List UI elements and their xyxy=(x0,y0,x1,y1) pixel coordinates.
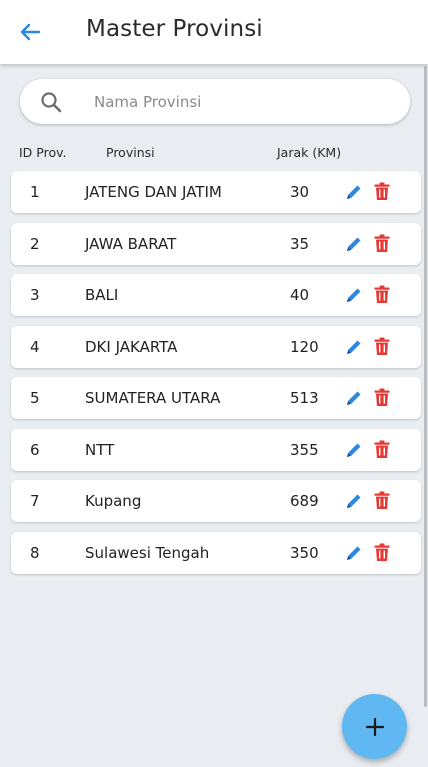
row-jarak: 40 xyxy=(290,286,310,304)
row-provinsi: DKI JAKARTA xyxy=(85,337,178,356)
trash-icon[interactable] xyxy=(374,388,390,407)
trash-icon[interactable] xyxy=(374,182,390,201)
page-title: Master Provinsi xyxy=(86,16,263,42)
row-provinsi: Kupang xyxy=(85,492,142,510)
row-provinsi: JAWA BARAT xyxy=(85,234,177,253)
table-row[interactable]: 4 DKI JAKARTA 120 xyxy=(11,325,421,368)
app-bar: Master Provinsi xyxy=(0,0,428,64)
pencil-icon[interactable] xyxy=(345,338,363,356)
row-jarak: 355 xyxy=(290,440,319,459)
trash-icon[interactable] xyxy=(374,285,390,304)
header-provinsi: Provinsi xyxy=(106,145,155,160)
pencil-icon[interactable] xyxy=(345,389,363,407)
trash-icon[interactable] xyxy=(374,543,390,562)
row-provinsi: NTT xyxy=(85,440,115,459)
table-header: ID Prov. Provinsi Jarak (KM) xyxy=(0,145,428,163)
search-bar[interactable] xyxy=(20,79,410,124)
row-provinsi: JATENG DAN JATIM xyxy=(85,183,222,201)
trash-icon[interactable] xyxy=(374,337,390,356)
scrollbar[interactable] xyxy=(424,66,427,707)
row-jarak: 513 xyxy=(290,389,319,407)
trash-icon[interactable] xyxy=(374,234,390,253)
row-provinsi: BALI xyxy=(85,286,119,304)
row-id: 8 xyxy=(30,543,40,562)
pencil-icon[interactable] xyxy=(345,544,363,562)
row-id: 3 xyxy=(30,286,40,304)
table-row[interactable]: 8 Sulawesi Tengah 350 xyxy=(11,531,421,574)
row-id: 1 xyxy=(30,183,40,201)
row-provinsi: SUMATERA UTARA xyxy=(85,389,221,407)
row-id: 4 xyxy=(30,337,40,356)
pencil-icon[interactable] xyxy=(345,183,363,201)
province-list: 1 JATENG DAN JATIM 30 2 JAWA BARAT 35 3 BALI 40 4… xyxy=(11,171,421,583)
row-id: 5 xyxy=(30,389,40,407)
row-jarak: 350 xyxy=(290,543,319,562)
row-jarak: 120 xyxy=(290,337,319,356)
row-id: 7 xyxy=(30,492,40,510)
row-jarak: 689 xyxy=(290,492,319,510)
row-jarak: 30 xyxy=(290,183,310,201)
pencil-icon[interactable] xyxy=(345,235,363,253)
table-row[interactable]: 1 JATENG DAN JATIM 30 xyxy=(11,171,421,213)
arrow-left-icon xyxy=(20,23,41,41)
table-row[interactable]: 3 BALI 40 xyxy=(11,274,421,316)
header-id: ID Prov. xyxy=(19,145,67,160)
table-row[interactable]: 7 Kupang 689 xyxy=(11,480,421,522)
header-jarak: Jarak (KM) xyxy=(277,145,342,160)
add-province-button[interactable] xyxy=(342,694,407,759)
table-row[interactable]: 2 JAWA BARAT 35 xyxy=(11,222,421,265)
row-id: 2 xyxy=(30,234,40,253)
pencil-icon[interactable] xyxy=(345,441,363,459)
search-icon xyxy=(41,92,62,113)
table-row[interactable]: 6 NTT 355 xyxy=(11,428,421,471)
row-jarak: 35 xyxy=(290,234,310,253)
trash-icon[interactable] xyxy=(374,491,390,510)
pencil-icon[interactable] xyxy=(345,492,363,510)
pencil-icon[interactable] xyxy=(345,286,363,304)
search-input[interactable] xyxy=(94,79,394,124)
row-id: 6 xyxy=(30,440,40,459)
trash-icon[interactable] xyxy=(374,440,390,459)
back-button[interactable] xyxy=(14,18,46,46)
plus-icon xyxy=(365,717,384,736)
table-row[interactable]: 5 SUMATERA UTARA 513 xyxy=(11,377,421,419)
row-provinsi: Sulawesi Tengah xyxy=(85,543,210,562)
